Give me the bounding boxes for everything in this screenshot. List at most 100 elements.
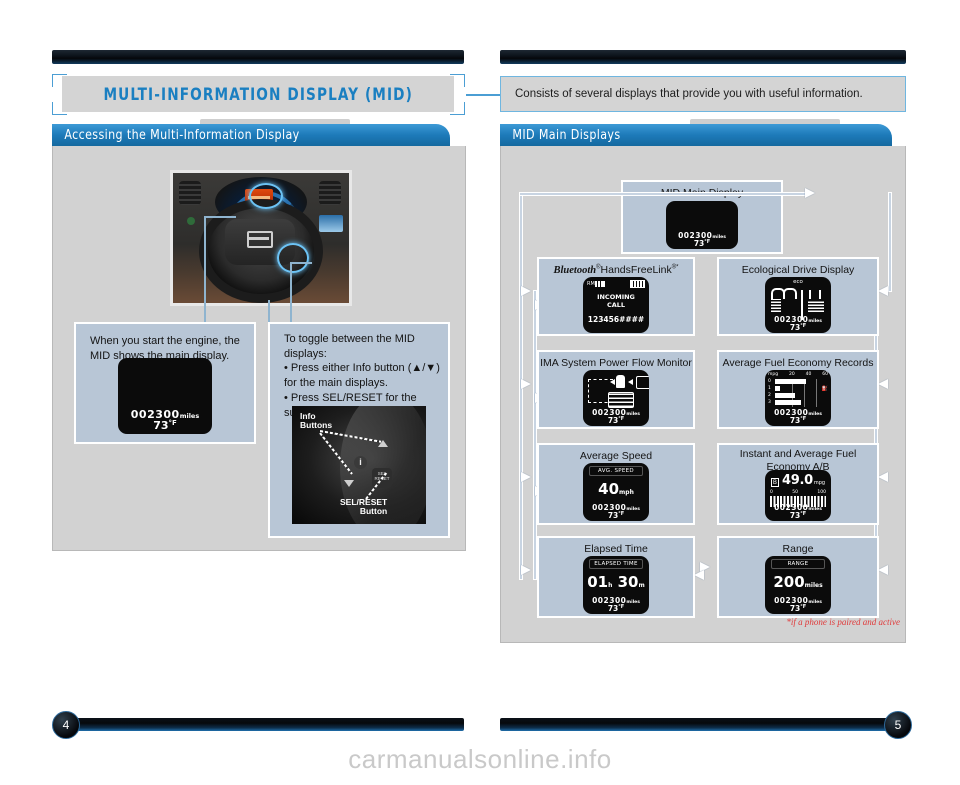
display-title-fuel-records: Average Fuel Economy Records — [722, 357, 874, 369]
info-button-icon: i — [354, 456, 367, 469]
fuel-axis-tick-40: 40 — [805, 372, 812, 377]
ima-arrow-engine-icon — [628, 379, 633, 385]
elapsed-minutes-unit: m — [638, 582, 645, 589]
temperature-readout: 73°F — [583, 416, 649, 425]
flow-arrow-right-5 — [878, 472, 888, 482]
fuel-row-bar-2 — [775, 393, 795, 398]
fuel-row-label-3: 3 — [768, 400, 771, 405]
leader-line-vertical-3 — [290, 262, 292, 322]
display-card-avg-speed: Average Speed AVG. SPEED 40mph 002300mil… — [537, 443, 695, 525]
ima-battery-icon — [608, 392, 634, 408]
right-page-top-rule — [500, 50, 906, 64]
fuel-axis-unit: mpg — [768, 372, 779, 377]
battery-icon — [630, 280, 645, 288]
mid-main-display-screen: 002300miles 73°F — [666, 201, 738, 249]
temperature-value: 73 — [153, 419, 169, 432]
flow-arrow-right-1 — [878, 286, 888, 296]
avg-speed-value-row: 40mph — [583, 480, 649, 498]
engine-icon — [636, 376, 649, 389]
range-value-row: 200miles — [765, 573, 831, 591]
table-row: 0 — [768, 379, 828, 385]
manual-page-spread: MULTI-INFORMATION DISPLAY (MID) Consists… — [0, 0, 960, 785]
leader-line-horizontal-3 — [290, 262, 312, 264]
fuel-row-label-0: 0 — [768, 379, 771, 384]
intro-callout: Consists of several displays that provid… — [500, 76, 906, 112]
toggle-instructions-card: To toggle between the MID displays: • Pr… — [268, 322, 450, 538]
air-vent-left-icon — [179, 181, 201, 205]
temperature-value: 73 — [607, 604, 619, 613]
display-card-elapsed-time: Elapsed Time ELAPSED TIME 01h 30m 002300… — [537, 536, 695, 618]
temperature-readout: 73°F — [765, 323, 831, 332]
right-panel-heading-text: MID Main Displays — [512, 127, 621, 143]
instant-fuel-screen: B 49.0 mpg 0 50 100 002300miles 73°F — [765, 470, 831, 521]
avg-speed-value: 40 — [598, 480, 620, 498]
elapsed-time-value-row: 01h 30m — [583, 573, 649, 591]
temperature-unit: °F — [168, 419, 177, 427]
title-connector-line — [466, 94, 500, 96]
center-display-photo — [319, 215, 343, 232]
ima-arrow-left-icon — [610, 379, 615, 385]
table-row: 3 — [768, 400, 828, 406]
temperature-value: 73 — [607, 511, 619, 520]
display-card-ima: IMA System Power Flow Monitor 002300mile… — [537, 350, 695, 429]
range-screen: RANGE 200miles 002300miles 73°F — [765, 556, 831, 614]
eco-tick-1-icon — [809, 290, 811, 299]
scale-tick-50: 50 — [792, 490, 798, 495]
elapsed-time-caption: ELAPSED TIME — [589, 559, 643, 569]
elapsed-time-screen: ELAPSED TIME 01h 30m 002300miles 73°F — [583, 556, 649, 614]
temperature-unit: °F — [618, 416, 625, 422]
display-card-instant-fuel: Instant and Average Fuel Economy A/B B 4… — [717, 443, 879, 525]
range-value: 200 — [773, 573, 805, 591]
temperature-unit: °F — [618, 511, 625, 517]
instant-fuel-value: 49.0 — [782, 473, 813, 488]
table-row: 1 — [768, 386, 828, 392]
display-title-ima: IMA System Power Flow Monitor — [540, 357, 692, 369]
flow-arrow-left-1 — [521, 286, 531, 296]
fuel-axis-tick-20: 20 — [789, 372, 795, 377]
leader-line-vertical-2 — [268, 300, 270, 322]
temperature-value: 73 — [789, 416, 801, 425]
footnote-phone-paired: *if a phone is paired and active — [786, 617, 900, 627]
fuel-records-screen: mpg 20 40 60 0 1 2 3 ⛽ 002300miles 73°F — [765, 370, 831, 426]
page-number-right: 5 — [884, 711, 912, 739]
call-line-1: INCOMING — [597, 293, 635, 301]
left-panel-heading-text: Accessing the Multi-Information Display — [64, 127, 300, 143]
right-page-bottom-rule — [500, 718, 892, 731]
flow-arrow-left-3 — [521, 379, 531, 389]
flow-arrow-middle-left — [694, 570, 704, 580]
temperature-value: 73 — [693, 239, 705, 248]
air-vent-right-icon — [319, 181, 341, 205]
highlight-circle-buttons — [277, 243, 309, 273]
eco-bar-right — [808, 301, 824, 312]
steering-buttons-photo: i SEL RESET Info Buttons SEL/RESET Butto… — [292, 406, 426, 524]
fuel-row-label-1: 1 — [768, 386, 771, 391]
temperature-unit: °F — [800, 511, 807, 517]
highlight-circle-mid — [249, 183, 283, 209]
display-title-eco: Ecological Drive Display — [741, 264, 855, 276]
display-card-range: Range RANGE 200miles 002300miles 73°F — [717, 536, 879, 618]
start-engine-card: When you start the engine, the MID shows… — [74, 322, 256, 444]
caller-number: 123456#### — [587, 315, 645, 324]
fuel-row-label-2: 2 — [768, 393, 771, 398]
eco-gauge-graphic — [771, 288, 825, 320]
eco-screen: eco 002300miles 73°F — [765, 277, 831, 333]
eco-tick-2-icon — [819, 290, 821, 299]
fuel-row-bar-3 — [775, 400, 801, 405]
page-number-left: 4 — [52, 711, 80, 739]
display-card-eco: Ecological Drive Display eco 002300miles… — [717, 257, 879, 336]
car-icon — [616, 375, 625, 388]
avg-speed-caption: AVG. SPEED — [589, 466, 643, 476]
instant-fuel-value-row: B 49.0 mpg — [769, 473, 827, 488]
flow-arrow-to-main — [805, 188, 815, 198]
flow-arrow-right-7 — [878, 565, 888, 575]
sel-reset-label: SEL/RESET Button — [340, 497, 388, 517]
temperature-readout: 73°F — [765, 511, 831, 520]
elapsed-minutes: 30 — [617, 573, 639, 591]
steering-wheel-photo — [170, 170, 352, 306]
temperature-unit: °F — [618, 604, 625, 610]
temperature-value: 73 — [789, 323, 801, 332]
eco-label: eco — [793, 279, 803, 285]
display-title-elapsed-time: Elapsed Time — [584, 543, 648, 555]
temperature-readout: 73°F — [118, 419, 212, 432]
fuel-records-axis: mpg 20 40 60 — [768, 372, 828, 377]
